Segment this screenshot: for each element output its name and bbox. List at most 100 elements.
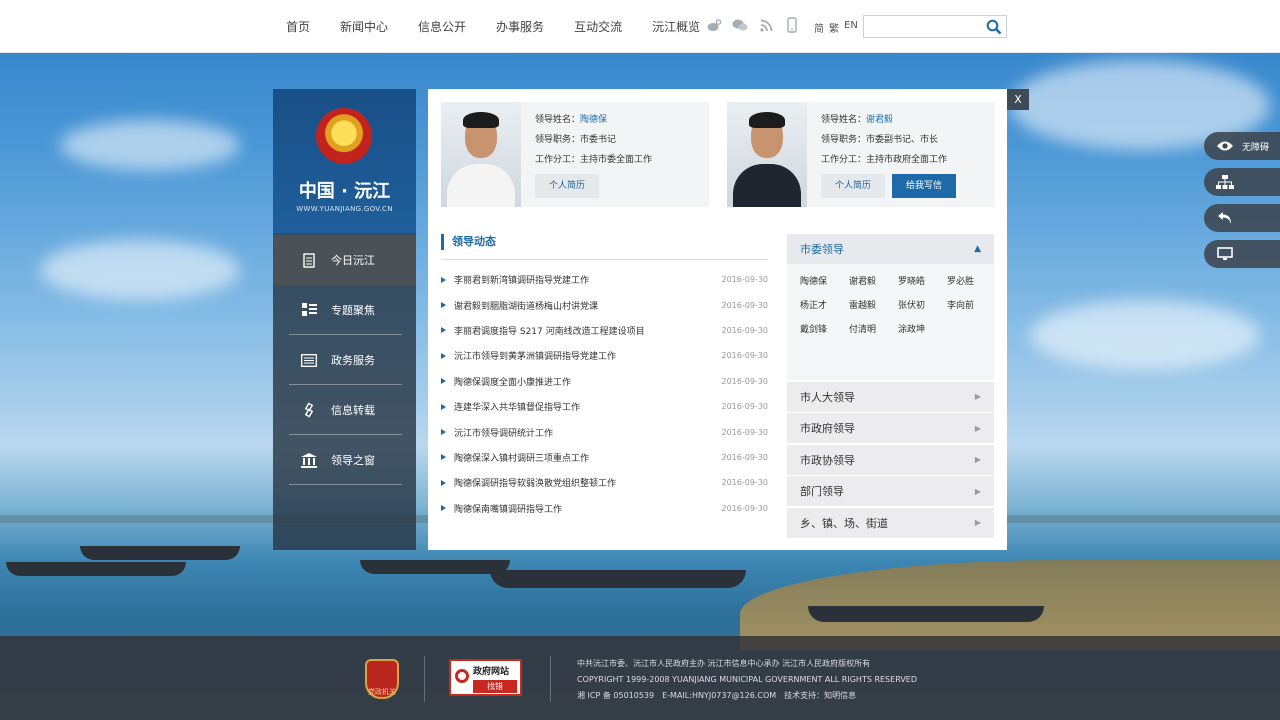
expand-right-icon: ▶ [974, 392, 981, 401]
name-label: 领导姓名： [535, 115, 581, 125]
leader-link[interactable]: 陶德保 [800, 274, 849, 298]
expand-right-icon: ▶ [974, 423, 981, 433]
leader-link[interactable]: 付清明 [849, 322, 898, 346]
leader-link[interactable]: 张伏初 [898, 298, 947, 322]
news-item[interactable]: 李丽君调度指导 S217 河南线改造工程建设项目 2016-09-30 [441, 318, 768, 343]
social-tools [706, 17, 800, 33]
news-item[interactable]: 连建华深入共华镇督促指导工作 2016-09-30 [441, 394, 768, 419]
expand-right-icon: ▶ [974, 518, 981, 527]
leader-duty: 工作分工：主持市政府全面工作 [821, 155, 948, 165]
lang-simplified[interactable]: 简 [814, 20, 824, 35]
link-icon [301, 402, 317, 418]
cloud [60, 120, 240, 170]
collapse-up-icon: ▲ [974, 244, 981, 254]
monitor-icon [1216, 245, 1234, 263]
boat [808, 606, 1044, 622]
expand-right-icon: ▶ [974, 486, 981, 496]
nav-home[interactable]: 首页 [286, 18, 310, 35]
leader-info: 领导姓名：陶德保 领导职务：市委书记 工作分工：主持市委全面工作 [535, 110, 652, 170]
leader-link[interactable]: 涂政坤 [898, 322, 947, 346]
leader-link[interactable]: 杨正才 [800, 298, 849, 322]
wechat-icon[interactable] [732, 17, 748, 33]
mobile-icon[interactable] [784, 17, 800, 33]
national-emblem-icon [316, 108, 372, 164]
news-title: 领导动态 [441, 234, 496, 250]
directory-head-label: 市委领导 [800, 243, 844, 256]
footer: 党政机关 政府网站 找错 中共沅江市委、沅江市人民政府主办 沅江市信息中心承办 … [0, 636, 1280, 720]
nav-overview[interactable]: 沅江概览 [652, 18, 700, 35]
nav-services[interactable]: 办事服务 [496, 18, 544, 35]
back-button[interactable] [1204, 204, 1280, 232]
side-menu: 今日沅江 专题聚焦 政务服务 信息转载 领导之窗 [273, 235, 416, 485]
lang-traditional[interactable]: 繁 [829, 20, 839, 35]
boat [80, 546, 240, 560]
search-icon[interactable] [986, 19, 1002, 35]
news-item[interactable]: 陶德保深入镇村调研三项重点工作 2016-09-30 [441, 445, 768, 470]
news-item[interactable]: 李丽君到新湾镇调研指导党建工作 2016-09-30 [441, 267, 768, 292]
grid-list-icon [301, 302, 317, 318]
directory-group-cppcc[interactable]: 市政协领导 ▶ [787, 444, 994, 475]
write-letter-button[interactable]: 给我写信 [892, 174, 957, 198]
leader-card-2: 领导姓名：谢君毅 领导职务：市委副书记、市长 工作分工：主持市政府全面工作 个人… [727, 102, 995, 207]
side-item-label: 政务服务 [331, 354, 375, 367]
search-box [863, 15, 1007, 38]
weibo-icon[interactable] [706, 17, 722, 33]
search-input[interactable] [864, 16, 982, 37]
accessibility-button[interactable]: 无障碍 [1204, 132, 1280, 160]
main-nav: 首页 新闻中心 信息公开 办事服务 互动交流 沅江概览 [286, 0, 730, 53]
party-gov-badge[interactable]: 党政机关 [365, 659, 399, 699]
boat [490, 570, 746, 588]
resume-button[interactable]: 个人简历 [821, 174, 886, 198]
rss-icon[interactable] [758, 17, 774, 33]
directory-group-npc[interactable]: 市人大领导 ▶ [787, 381, 994, 412]
leader-photo [441, 102, 521, 207]
leader-name[interactable]: 陶德保 [580, 115, 607, 125]
news-item[interactable]: 陶德保调研指导软弱涣散党组织整顿工作 2016-09-30 [441, 470, 768, 495]
side-item-topics[interactable]: 专题聚焦 [273, 285, 416, 335]
nav-info-public[interactable]: 信息公开 [418, 18, 466, 35]
leader-link[interactable]: 戴剑锋 [800, 322, 849, 346]
leader-actions: 个人简历 [535, 174, 600, 198]
side-item-label: 信息转载 [331, 404, 375, 417]
lang-english[interactable]: EN [844, 20, 858, 35]
news-item[interactable]: 陶德保南嘴镇调研指导工作 2016-09-30 [441, 496, 768, 521]
boat [6, 562, 186, 576]
side-item-services[interactable]: 政务服务 [273, 335, 416, 385]
cloud [40, 240, 240, 300]
directory-group-departments[interactable]: 部门领导 ▶ [787, 476, 994, 506]
directory-group-government[interactable]: 市政府领导 ▶ [787, 413, 994, 443]
news-item[interactable]: 谢君毅到胭脂湖街道杨梅山村讲党课 2016-09-30 [441, 292, 768, 317]
side-item-label: 专题聚焦 [331, 304, 375, 317]
language-switch: 简 繁 EN [814, 20, 858, 35]
leader-link[interactable]: 罗晓皓 [898, 274, 947, 298]
directory-head-party[interactable]: 市委领导 ▲ [787, 234, 994, 264]
eye-icon [1216, 137, 1234, 155]
news-list: 李丽君到新湾镇调研指导党建工作 2016-09-30 谢君毅到胭脂湖街道杨梅山村讲… [441, 267, 768, 521]
nav-interaction[interactable]: 互动交流 [574, 18, 622, 35]
gov-site-error-badge[interactable]: 政府网站 找错 [449, 659, 522, 696]
leader-link[interactable]: 李向前 [947, 298, 996, 322]
leader-link[interactable]: 谢君毅 [849, 274, 898, 298]
sitemap-button[interactable] [1204, 168, 1280, 196]
leader-window-panel: 领导姓名：陶德保 领导职务：市委书记 工作分工：主持市委全面工作 个人简历 领导… [428, 89, 1007, 550]
nav-news[interactable]: 新闻中心 [340, 18, 388, 35]
news-item[interactable]: 沅江市领导调研统计工作 2016-09-30 [441, 419, 768, 444]
side-panel: 中国 · 沅江 WWW.YUANJIANG.GOV.CN 今日沅江 专题聚焦 政… [273, 89, 416, 550]
close-button[interactable]: X [1007, 89, 1029, 110]
news-item[interactable]: 陶德保调度全面小康推进工作 2016-09-30 [441, 369, 768, 394]
side-item-label: 今日沅江 [331, 254, 375, 267]
leader-name[interactable]: 谢君毅 [866, 115, 893, 125]
side-item-reprint[interactable]: 信息转载 [273, 385, 416, 435]
leader-name-grid: 陶德保 谢君毅 罗晓皓 罗必胜 杨正才 雷越毅 张伏初 李向前 戴剑锋 付清明 … [787, 264, 994, 380]
display-button[interactable] [1204, 240, 1280, 268]
leader-link[interactable]: 罗必胜 [947, 274, 996, 298]
news-item[interactable]: 沅江市领导到黄茅洲镇调研指导党建工作 2016-09-30 [441, 343, 768, 368]
side-item-today[interactable]: 今日沅江 [273, 235, 416, 285]
leader-link[interactable]: 雷越毅 [849, 298, 898, 322]
back-arrow-icon [1216, 209, 1234, 227]
leader-photo [727, 102, 807, 207]
directory-group-towns[interactable]: 乡、镇、场、街道 ▶ [787, 507, 994, 538]
sitemap-icon [1216, 173, 1234, 191]
side-item-leaders[interactable]: 领导之窗 [273, 435, 416, 485]
resume-button[interactable]: 个人简历 [535, 174, 600, 198]
